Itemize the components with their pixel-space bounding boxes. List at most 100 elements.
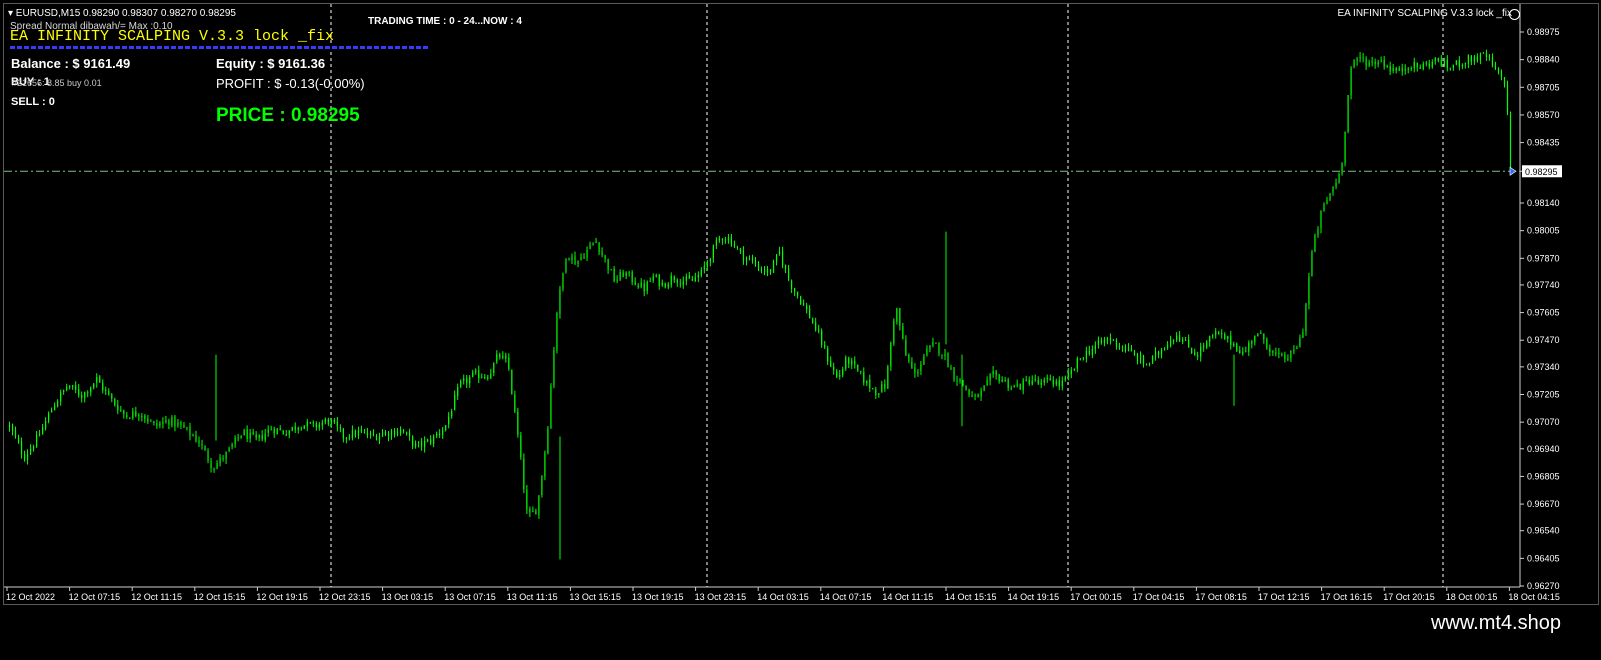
candle-body xyxy=(643,283,645,292)
candle-body xyxy=(57,401,59,407)
candle-body xyxy=(117,404,119,411)
candle-body xyxy=(481,377,483,379)
candle-body xyxy=(1416,62,1418,68)
candle-body xyxy=(174,416,176,427)
candle-body xyxy=(1169,340,1172,346)
candle-body xyxy=(201,444,203,446)
candle-body xyxy=(652,276,654,281)
candle-body xyxy=(821,330,823,346)
candle-body xyxy=(589,244,591,250)
candle-body xyxy=(920,364,922,372)
candle-body xyxy=(1203,346,1205,348)
candle-body xyxy=(1482,52,1485,54)
candle-body xyxy=(860,371,862,373)
x-tick-label: 12 Oct 07:15 xyxy=(69,592,121,602)
candle-body xyxy=(956,380,958,382)
candle-body xyxy=(514,394,516,412)
candle-body xyxy=(818,329,820,332)
candle-body xyxy=(45,420,47,429)
candle-body xyxy=(1281,353,1283,355)
x-tick-label: 13 Oct 11:15 xyxy=(507,592,558,602)
candle-body xyxy=(637,285,639,288)
candle-body xyxy=(255,434,257,438)
candle-body xyxy=(1031,380,1033,385)
candle-body xyxy=(1067,373,1069,378)
candle-body xyxy=(1323,204,1325,212)
candle-body xyxy=(14,430,17,438)
candle-body xyxy=(38,434,41,436)
candle-body xyxy=(186,427,188,429)
price-chart[interactable]: 0.98975 0.98840 0.98705 0.98570 0.98435 0.982… xyxy=(4,4,1598,604)
candle-body xyxy=(195,434,197,442)
candle-body xyxy=(1082,358,1084,360)
candle-body xyxy=(926,348,928,356)
candle-body xyxy=(809,308,811,319)
candle-body xyxy=(451,411,453,417)
candle-body xyxy=(1215,331,1217,336)
candle-body xyxy=(851,360,853,365)
candle-body xyxy=(857,364,859,371)
y-tick-label: 0.98005 xyxy=(1527,226,1560,236)
candle-body xyxy=(781,251,784,266)
candle-body xyxy=(1118,346,1121,348)
candle-body xyxy=(1239,350,1241,354)
candle-body xyxy=(427,439,429,442)
candle-body xyxy=(577,260,579,265)
candle-body xyxy=(369,433,372,435)
candle-body xyxy=(1037,380,1039,384)
candle-body xyxy=(673,276,675,281)
candle-body xyxy=(51,409,53,413)
candle-body xyxy=(790,280,793,289)
candle-body xyxy=(35,434,38,447)
candle-body xyxy=(1257,333,1259,337)
candle-body xyxy=(132,411,134,419)
candle-body xyxy=(430,439,432,444)
x-tick-label: 13 Oct 03:15 xyxy=(382,592,434,602)
candle-body xyxy=(1251,341,1253,344)
candle-body xyxy=(1410,68,1412,70)
candle-body xyxy=(189,426,191,436)
candle-body xyxy=(989,374,991,381)
candle-body xyxy=(363,431,366,433)
candle-body xyxy=(721,239,723,241)
candle-body xyxy=(84,391,86,398)
candle-body xyxy=(998,374,1000,382)
candle-body xyxy=(649,281,651,283)
candle-body xyxy=(691,279,693,281)
candle-body xyxy=(1335,182,1337,187)
candle-body xyxy=(1332,187,1334,193)
candle-body xyxy=(1272,351,1274,353)
candle-body xyxy=(1443,60,1445,67)
candle-body xyxy=(748,257,751,259)
candle-body xyxy=(1362,57,1364,59)
current-price-tag: 0.98295 xyxy=(1525,167,1558,177)
candle-body xyxy=(938,342,940,354)
candle-body xyxy=(267,429,269,433)
candle-body xyxy=(1218,332,1220,335)
candle-body xyxy=(550,385,552,429)
candle-body xyxy=(797,291,799,296)
candle-body xyxy=(1440,60,1442,66)
candle-body xyxy=(261,435,263,440)
candle-body xyxy=(1049,378,1051,381)
candle-body xyxy=(1145,364,1148,366)
candle-body xyxy=(60,392,62,402)
candle-body xyxy=(1142,355,1145,364)
candle-body xyxy=(800,296,802,305)
candle-body xyxy=(836,371,838,378)
candle-body xyxy=(414,443,417,447)
candle-body xyxy=(421,441,423,447)
y-tick-label: 0.96805 xyxy=(1527,471,1560,481)
candle-body xyxy=(1497,68,1500,72)
candle-body xyxy=(839,374,841,377)
candle-body xyxy=(1127,348,1130,352)
candle-body xyxy=(923,356,925,365)
chart-window[interactable]: 0.98975 0.98840 0.98705 0.98570 0.98435 0.982… xyxy=(3,3,1599,605)
candle-body xyxy=(1368,62,1370,66)
candle-body xyxy=(845,357,847,369)
candle-body xyxy=(288,430,290,435)
candle-body xyxy=(806,305,808,310)
candle-body xyxy=(192,434,194,436)
candle-body xyxy=(1491,57,1494,66)
candle-body xyxy=(902,326,904,340)
